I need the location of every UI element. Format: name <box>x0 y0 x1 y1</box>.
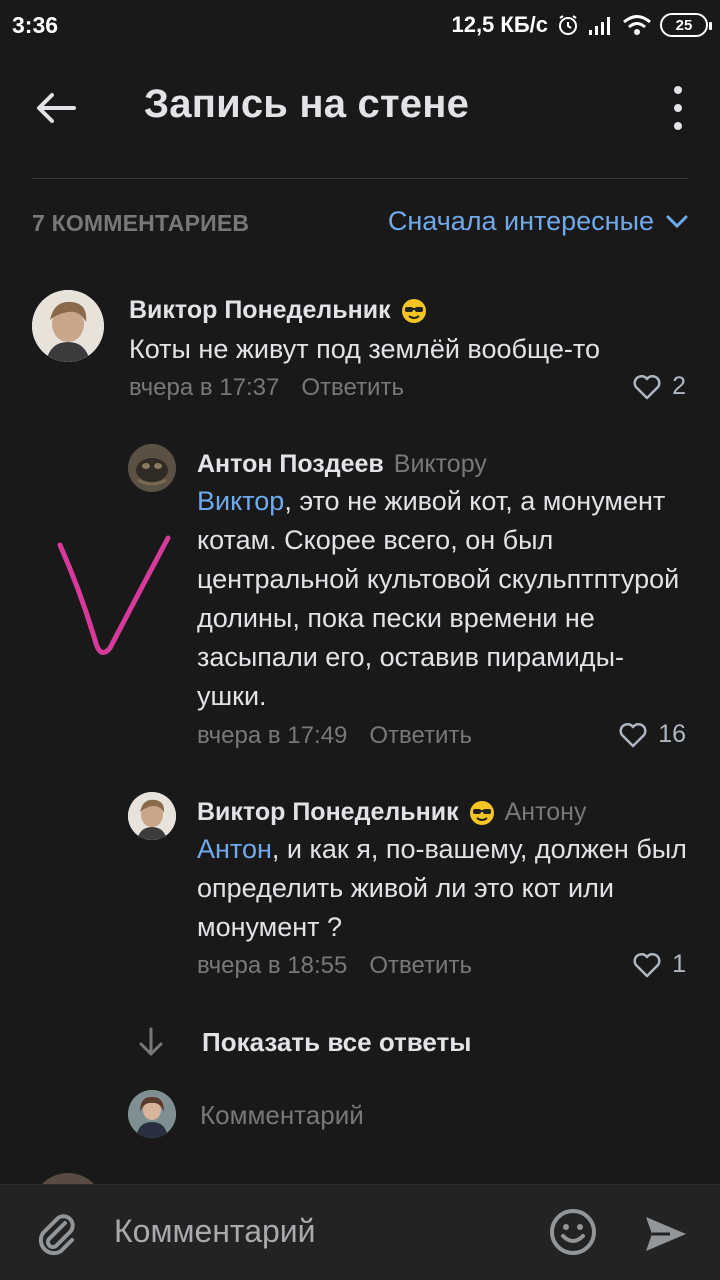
sunglasses-emoji-icon <box>469 800 494 825</box>
like-count: 1 <box>672 950 686 978</box>
attach-button[interactable] <box>32 1209 82 1259</box>
smile-icon <box>550 1209 596 1255</box>
back-button[interactable] <box>28 84 84 132</box>
status-icons: 12,5 КБ/с 25 <box>451 12 712 38</box>
heart-icon <box>619 722 647 747</box>
comment-meta: вчера в 17:49 Ответить <box>197 722 472 750</box>
chevron-down-icon <box>666 215 688 228</box>
comment-meta: вчера в 17:37 Ответить <box>129 374 404 402</box>
author-line: Антон Поздеев Виктору <box>197 450 487 479</box>
hand-drawn-check-mark <box>57 535 171 655</box>
comments-sort-row: 7 КОММЕНТАРИЕВ Сначала интересные <box>32 202 688 246</box>
signal-icon <box>588 14 614 36</box>
app-header: Запись на стене <box>0 60 720 156</box>
reply-to-label: Виктору <box>393 450 487 478</box>
like-count: 16 <box>658 720 686 748</box>
author-name[interactable]: Антон Поздеев <box>197 450 384 479</box>
comment: Виктор Понедельник Коты не живут под зем… <box>0 280 720 410</box>
author-name[interactable]: Виктор Понедельник <box>197 798 459 827</box>
heart-icon <box>633 374 661 399</box>
avatar[interactable] <box>32 290 104 362</box>
status-time: 3:36 <box>12 12 59 38</box>
comment-input[interactable]: Комментарий <box>114 1213 316 1250</box>
comment-time: вчера в 17:49 <box>197 722 348 749</box>
show-all-replies-label: Показать все ответы <box>202 1026 472 1057</box>
more-vertical-icon <box>674 86 682 94</box>
reply-to-label: Антону <box>504 798 587 826</box>
send-button[interactable] <box>640 1209 690 1259</box>
reply-input-placeholder: Комментарий <box>200 1100 364 1130</box>
heart-icon <box>633 952 661 977</box>
wifi-icon <box>622 14 652 36</box>
sort-label: Сначала интересные <box>387 206 654 236</box>
comment-text: Антон, и как я, по-вашему, должен был оп… <box>197 834 687 942</box>
arrow-down-icon <box>139 1027 163 1056</box>
reply-button[interactable]: Ответить <box>369 952 472 979</box>
reply-button[interactable]: Ответить <box>369 722 472 749</box>
comment-composer: Комментарий <box>0 1184 720 1280</box>
comment-time: вчера в 18:55 <box>197 952 348 979</box>
comments-count: 7 КОММЕНТАРИЕВ <box>32 210 250 236</box>
author-line: Виктор Понедельник <box>129 296 427 325</box>
author-line: Виктор Понедельник Антону <box>197 798 586 827</box>
sort-dropdown[interactable]: Сначала интересные <box>388 206 688 237</box>
emoji-button[interactable] <box>548 1207 598 1257</box>
show-all-replies-button[interactable]: Показать все ответы <box>136 1026 471 1058</box>
avatar[interactable] <box>128 792 176 840</box>
arrow-left-icon <box>37 93 76 123</box>
send-icon <box>646 1217 686 1251</box>
like-button[interactable]: 1 <box>632 950 686 979</box>
like-button[interactable]: 16 <box>618 720 686 749</box>
like-count: 2 <box>672 372 686 400</box>
battery-icon: 25 <box>660 13 712 37</box>
mention-link[interactable]: Антон <box>197 834 272 864</box>
paperclip-icon <box>38 1214 75 1256</box>
author-name[interactable]: Виктор Понедельник <box>129 296 391 325</box>
avatar[interactable] <box>128 444 176 492</box>
like-button[interactable]: 2 <box>632 372 686 401</box>
alarm-icon <box>556 13 580 37</box>
comment-text: Коты не живут под землёй вообще-то <box>129 334 600 364</box>
page-title: Запись на стене <box>144 82 470 126</box>
status-bar: 3:36 12,5 КБ/с 25 <box>0 0 720 52</box>
comment-time: вчера в 17:37 <box>129 374 280 401</box>
reply-input[interactable]: Комментарий <box>128 1090 688 1140</box>
network-speed: 12,5 КБ/с <box>451 12 548 37</box>
comment-text: Виктор, это не живой кот, а монумент кот… <box>197 486 680 711</box>
sunglasses-emoji-icon <box>401 298 426 323</box>
comment-reply: Виктор Понедельник Антону Антон, и как я… <box>0 784 720 994</box>
avatar <box>128 1090 176 1138</box>
header-divider <box>32 178 688 179</box>
more-button[interactable] <box>666 86 690 130</box>
next-comment-avatar <box>32 1172 112 1184</box>
mention-link[interactable]: Виктор <box>197 486 284 516</box>
comment-meta: вчера в 18:55 Ответить <box>197 952 472 980</box>
reply-button[interactable]: Ответить <box>301 374 404 401</box>
